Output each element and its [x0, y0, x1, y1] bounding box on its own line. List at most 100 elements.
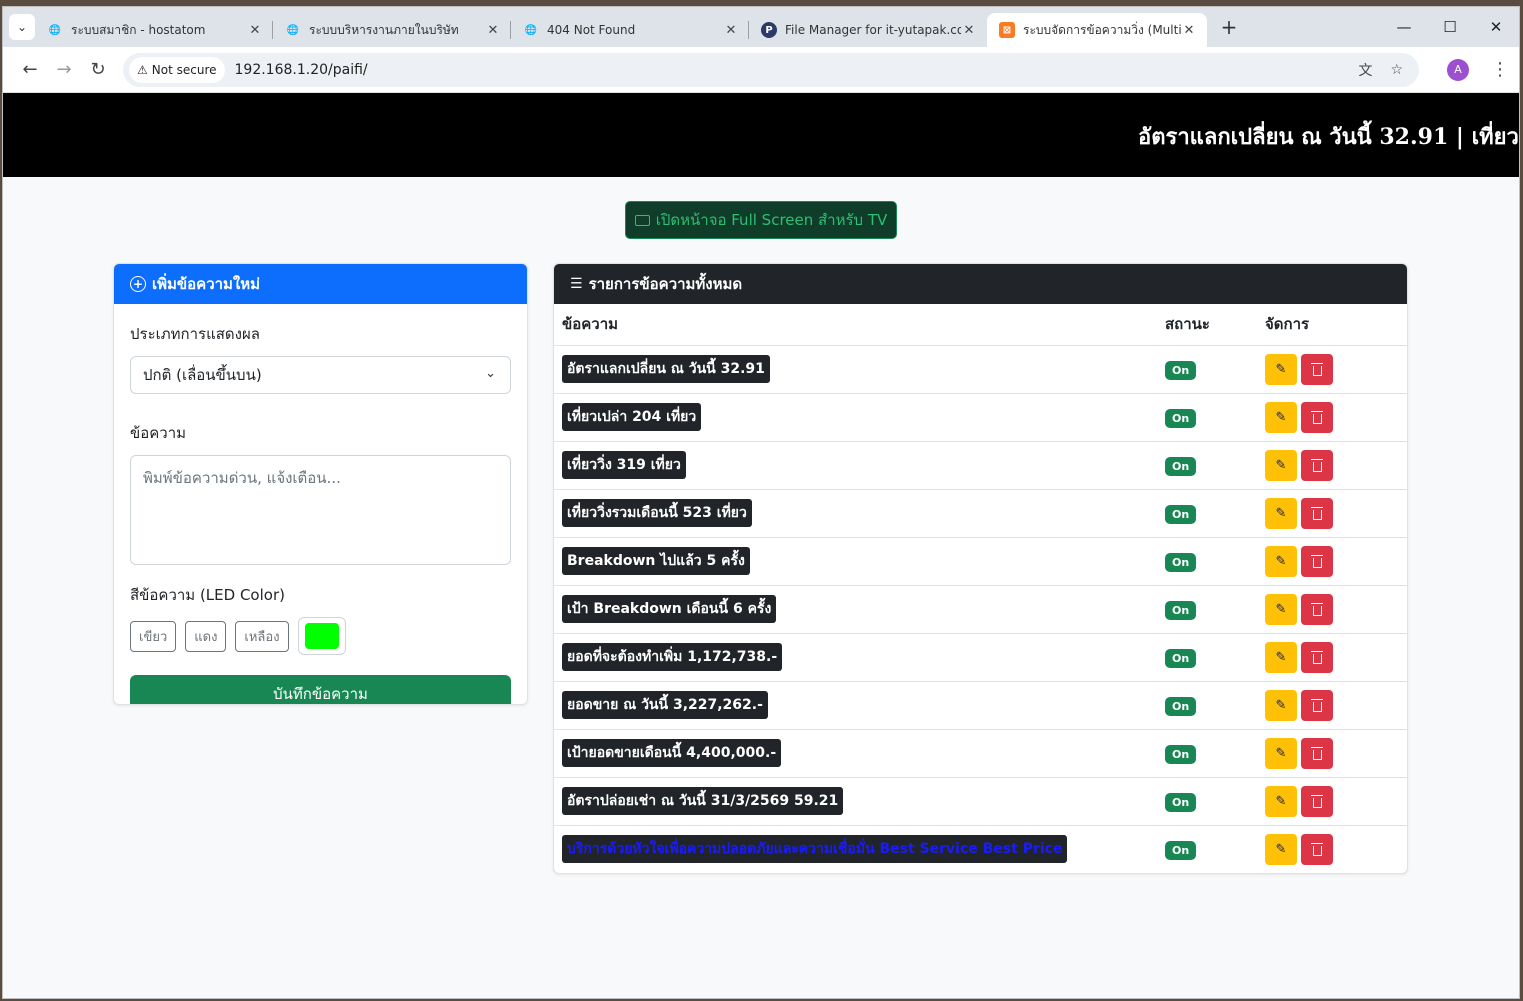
browser-tab-active[interactable]: ⊠ ระบบจัดการข้อความวิ่ง (Multi-Color) ✕ [987, 13, 1207, 47]
security-indicator[interactable]: ⚠ Not secure [129, 56, 225, 83]
message-list-card: ☰ รายการข้อความทั้งหมด ข้อความ สถานะ จัด… [553, 263, 1408, 874]
ticker-text: อัตราแลกเปลี่ยน ณ วันนี้ 32.91 | เที่ยวเ [1138, 124, 1519, 150]
color-input[interactable] [297, 617, 346, 655]
status-cell: On [1157, 585, 1257, 634]
browser-tab[interactable]: 🌐 ระบบบริหารงานภายในบริษัท ✕ [273, 13, 511, 47]
edit-button[interactable]: ✎ [1265, 785, 1297, 817]
close-tab-icon[interactable]: ✕ [1181, 23, 1197, 38]
close-tab-icon[interactable]: ✕ [723, 23, 739, 38]
delete-button[interactable] [1301, 497, 1333, 529]
pencil-icon: ✎ [1275, 361, 1287, 377]
message-cell: อัตราแลกเปลี่ยน ณ วันนี้ 32.91 [554, 345, 1157, 394]
message-text: อัตราแลกเปลี่ยน ณ วันนี้ 32.91 [562, 355, 770, 383]
message-text: ยอดขาย ณ วันนี้ 3,227,262.- [562, 691, 768, 719]
actions-cell: ✎ [1257, 633, 1407, 682]
actions-cell: ✎ [1257, 729, 1407, 778]
table-header-row: ข้อความ สถานะ จัดการ [554, 304, 1407, 346]
delete-button[interactable] [1301, 689, 1333, 721]
translate-icon[interactable]: ⽂ [1358, 60, 1372, 80]
pencil-icon: ✎ [1275, 649, 1287, 665]
p-logo-icon: P [761, 22, 777, 38]
edit-button[interactable]: ✎ [1265, 689, 1297, 721]
forward-icon[interactable]: → [47, 59, 81, 80]
message-cell: อัตราปล่อยเช่า ณ วันนี้ 31/3/2569 59.21 [554, 777, 1157, 826]
trash-icon [1310, 410, 1323, 424]
color-red-button[interactable]: แดง [185, 620, 227, 652]
close-tab-icon[interactable]: ✕ [961, 23, 977, 38]
tab-bar: ⌄ 🌐 ระบบสมาชิก - hostatom ✕ 🌐 ระบบบริหาร… [3, 7, 1519, 47]
delete-button[interactable] [1301, 833, 1333, 865]
status-cell: On [1157, 441, 1257, 490]
message-cell: ยอดที่จะต้องทำเพิ่ม 1,172,738.- [554, 633, 1157, 682]
pencil-icon: ✎ [1275, 409, 1287, 425]
reload-icon[interactable]: ↻ [81, 59, 115, 80]
status-cell: On [1157, 393, 1257, 442]
minimize-icon[interactable]: — [1381, 7, 1427, 47]
edit-button[interactable]: ✎ [1265, 353, 1297, 385]
color-green-button[interactable]: เขียว [130, 620, 177, 652]
delete-button[interactable] [1301, 593, 1333, 625]
tab-search-button[interactable]: ⌄ [9, 14, 35, 40]
page-content: อัตราแลกเปลี่ยน ณ วันนี้ 32.91 | เที่ยวเ… [3, 93, 1519, 998]
delete-button[interactable] [1301, 641, 1333, 673]
status-badge: On [1165, 696, 1197, 716]
message-cell: เป้า Breakdown เดือนนี้ 6 ครั้ง [554, 585, 1157, 634]
maximize-icon[interactable]: ☐ [1427, 7, 1473, 47]
back-icon[interactable]: ← [13, 59, 47, 80]
omnibox[interactable]: ⚠ Not secure 192.168.1.20/paifi/ ⽂ ☆ [123, 52, 1419, 87]
led-ticker: อัตราแลกเปลี่ยน ณ วันนี้ 32.91 | เที่ยวเ [3, 93, 1519, 177]
close-tab-icon[interactable]: ✕ [485, 23, 501, 38]
save-message-button[interactable]: บันทึกข้อความ [130, 675, 511, 704]
message-textarea[interactable]: พิมพ์ข้อความด่วน, แจ้งเตือน... [130, 455, 511, 565]
pencil-icon: ✎ [1275, 793, 1287, 809]
color-label: สีข้อความ (LED Color) [130, 586, 285, 604]
delete-button[interactable] [1301, 785, 1333, 817]
url-text[interactable]: 192.168.1.20/paifi/ [235, 62, 368, 78]
display-type-label: ประเภทการแสดงผล [130, 325, 260, 343]
edit-button[interactable]: ✎ [1265, 545, 1297, 577]
trash-icon [1310, 602, 1323, 616]
column-header-actions: จัดการ [1257, 304, 1407, 346]
fullscreen-tv-button[interactable]: เปิดหน้าจอ Full Screen สำหรับ TV [625, 201, 897, 239]
actions-cell: ✎ [1257, 393, 1407, 442]
actions-cell: ✎ [1257, 537, 1407, 586]
edit-button[interactable]: ✎ [1265, 401, 1297, 433]
status-cell: On [1157, 345, 1257, 394]
profile-avatar[interactable]: A [1447, 58, 1469, 81]
delete-button[interactable] [1301, 353, 1333, 385]
browser-tab[interactable]: 🌐 404 Not Found ✕ [511, 13, 749, 47]
table-row: ยอดที่จะต้องทำเพิ่ม 1,172,738.- On ✎ [554, 633, 1407, 682]
delete-button[interactable] [1301, 545, 1333, 577]
edit-button[interactable]: ✎ [1265, 449, 1297, 481]
message-cell: เที่ยววิ่งรวมเดือนนี้ 523 เที่ยว [554, 489, 1157, 538]
delete-button[interactable] [1301, 449, 1333, 481]
table-row: Breakdown ไปแล้ว 5 ครั้ง On ✎ [554, 537, 1407, 586]
edit-button[interactable]: ✎ [1265, 497, 1297, 529]
menu-icon[interactable]: ⋮ [1491, 59, 1509, 80]
close-tab-icon[interactable]: ✕ [247, 23, 263, 38]
pencil-icon: ✎ [1275, 553, 1287, 569]
message-list-header: ☰ รายการข้อความทั้งหมด [554, 264, 1407, 304]
edit-button[interactable]: ✎ [1265, 641, 1297, 673]
message-text: เป้ายอดขายเดือนนี้ 4,400,000.- [562, 739, 782, 767]
message-text: เที่ยวเปล่า 204 เที่ยว [562, 403, 702, 431]
column-header-message: ข้อความ [554, 304, 1157, 346]
browser-tab[interactable]: P File Manager for it-yutapak.com ✕ [749, 13, 987, 47]
edit-button[interactable]: ✎ [1265, 593, 1297, 625]
actions-cell: ✎ [1257, 777, 1407, 826]
status-badge: On [1165, 456, 1197, 476]
edit-button[interactable]: ✎ [1265, 833, 1297, 865]
close-window-icon[interactable]: ✕ [1473, 7, 1519, 47]
new-tab-button[interactable]: + [1215, 15, 1243, 39]
browser-window: ⌄ 🌐 ระบบสมาชิก - hostatom ✕ 🌐 ระบบบริหาร… [2, 6, 1520, 999]
pencil-icon: ✎ [1275, 841, 1287, 857]
message-table-body: อัตราแลกเปลี่ยน ณ วันนี้ 32.91 On ✎ เที่ยวเ… [554, 345, 1407, 873]
delete-button[interactable] [1301, 737, 1333, 769]
edit-button[interactable]: ✎ [1265, 737, 1297, 769]
browser-tab[interactable]: 🌐 ระบบสมาชิก - hostatom ✕ [35, 13, 273, 47]
display-type-select[interactable]: ปกติ (เลื่อนขึ้นบน) ⌄ [130, 356, 511, 394]
delete-button[interactable] [1301, 401, 1333, 433]
trash-icon [1310, 698, 1323, 712]
color-yellow-button[interactable]: เหลือง [235, 620, 289, 652]
bookmark-star-icon[interactable]: ☆ [1390, 62, 1403, 78]
